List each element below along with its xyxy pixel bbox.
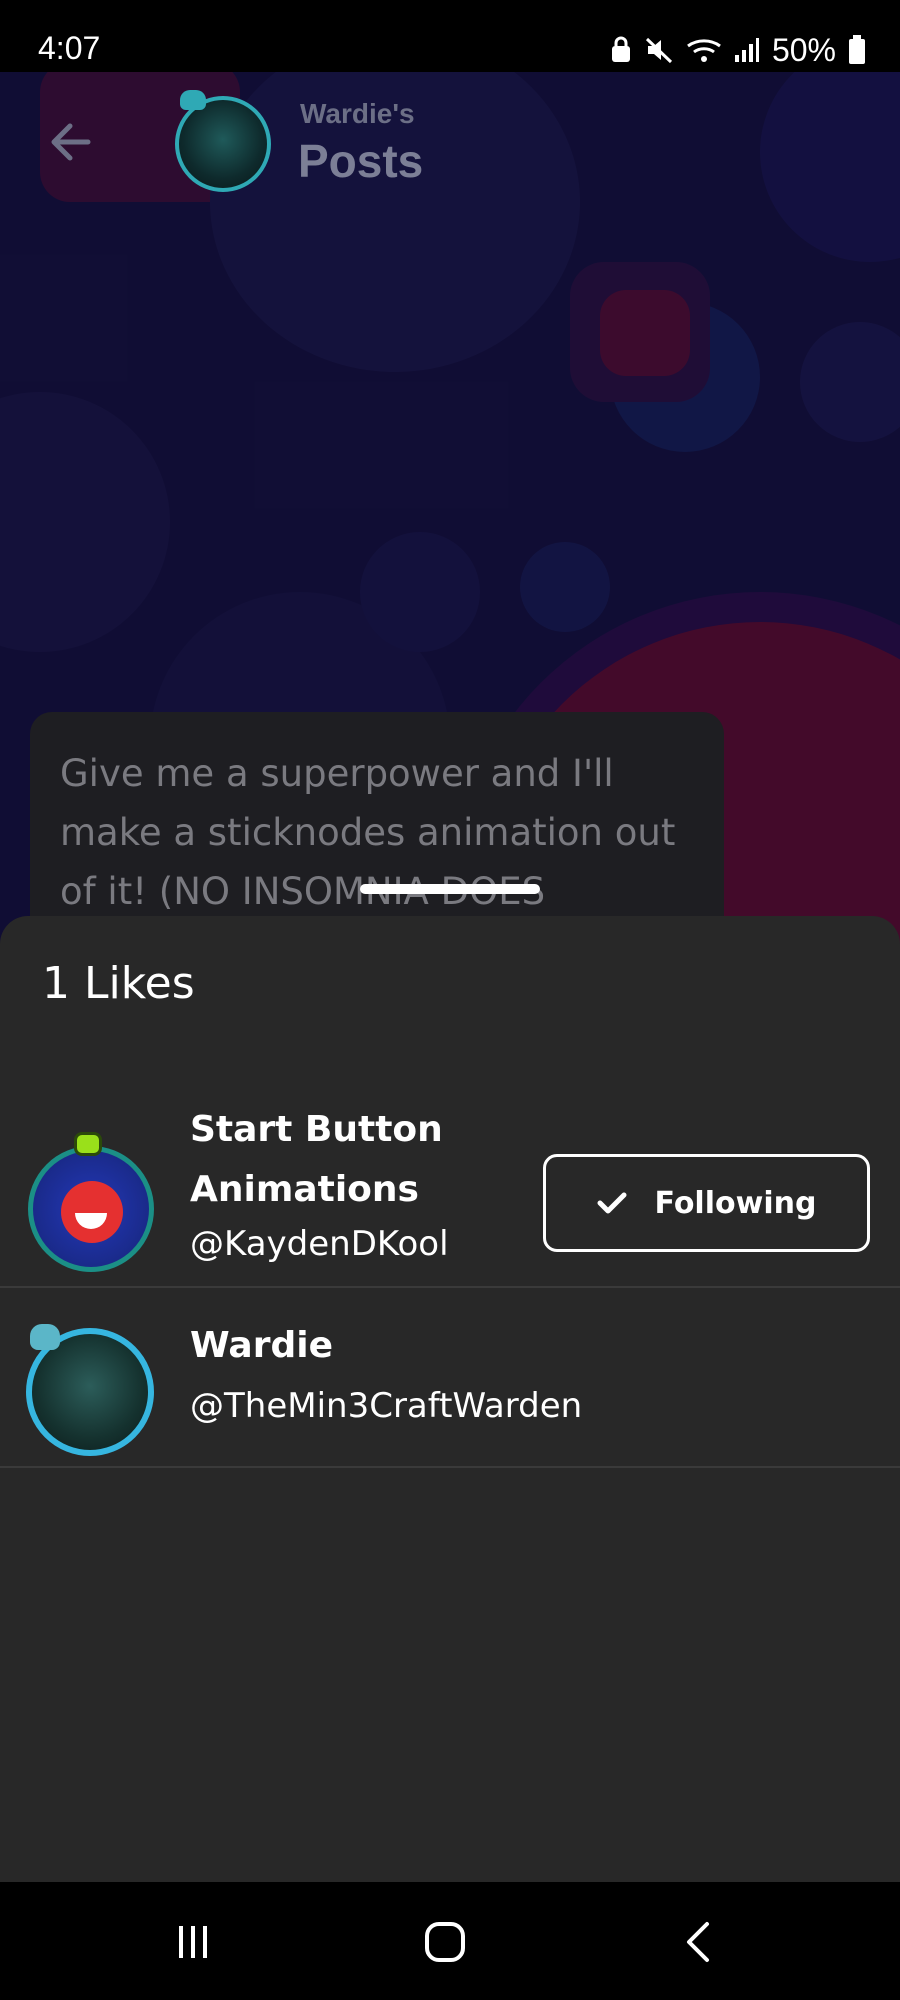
user-display-name[interactable]: Start Button Animations	[190, 1100, 510, 1220]
page-title: Posts	[298, 135, 424, 187]
recent-apps-button[interactable]	[153, 1912, 233, 1972]
home-icon	[425, 1922, 465, 1962]
sheet-drag-handle[interactable]	[360, 884, 540, 894]
back-icon	[687, 1922, 709, 1962]
battery-icon	[849, 35, 865, 64]
avatar-badge-icon	[180, 90, 206, 110]
back-button[interactable]	[40, 112, 100, 172]
post-text: Give me a superpower and I'll make a sti…	[60, 752, 676, 913]
home-button[interactable]	[405, 1912, 485, 1972]
page-header: Wardie's Posts	[0, 72, 900, 222]
status-icons: 50%	[610, 28, 866, 72]
user-display-name[interactable]: Wardie	[190, 1316, 333, 1376]
wifi-icon	[687, 39, 721, 62]
lock-screen-icon	[611, 36, 630, 62]
battery-percentage: 50%	[771, 31, 836, 68]
system-navigation-bar	[0, 1882, 900, 2000]
following-button[interactable]: Following	[543, 1154, 870, 1252]
liker-row[interactable]: Wardie @TheMin3CraftWarden	[0, 1288, 900, 1468]
nav-back-button[interactable]	[658, 1912, 738, 1972]
status-bar: 4:07 50%	[0, 0, 900, 72]
recent-apps-icon	[179, 1926, 207, 1958]
liker-row[interactable]: Start Button Animations @KaydenDKool Fol…	[0, 1076, 900, 1288]
user-handle[interactable]: @TheMin3CraftWarden	[190, 1386, 582, 1426]
header-subtitle: Wardie's	[300, 98, 415, 129]
following-button-label: Following	[654, 1185, 817, 1221]
profile-avatar[interactable]	[175, 96, 271, 192]
signal-icon	[734, 38, 759, 62]
user-handle[interactable]: @KaydenDKool	[190, 1224, 449, 1264]
avatar-face-icon	[61, 1181, 123, 1243]
likes-bottom-sheet: 1 Likes Start Button Animations @KaydenD…	[0, 884, 900, 1882]
frog-badge-icon	[74, 1132, 102, 1156]
avatar[interactable]	[28, 1146, 154, 1272]
avatar-badge-icon	[30, 1324, 60, 1350]
arrow-left-icon	[51, 123, 91, 161]
status-time: 4:07	[38, 30, 101, 66]
mute-icon	[645, 37, 672, 64]
likes-count-title: 1 Likes	[42, 958, 195, 1009]
checkmark-icon	[597, 1192, 627, 1214]
screen: Wardie's Posts Give me a superpower and …	[0, 0, 900, 2000]
